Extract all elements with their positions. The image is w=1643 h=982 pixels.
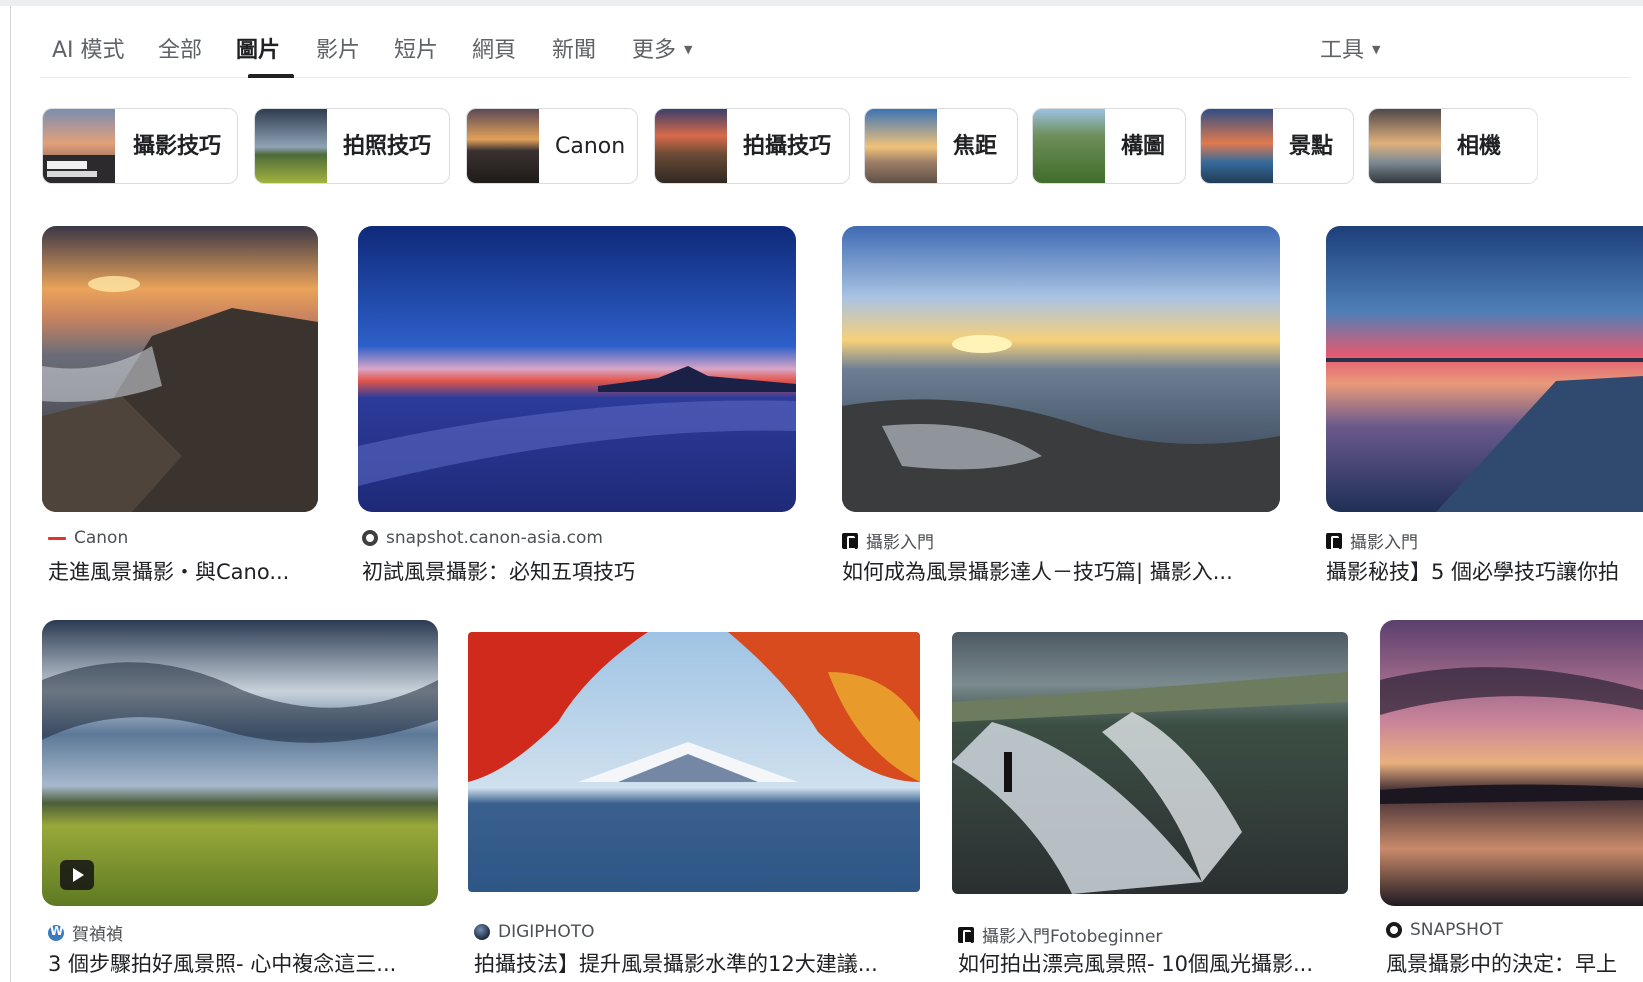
result-title[interactable]: 走進風景攝影・與Cano... (48, 556, 318, 586)
active-tab-indicator (248, 74, 294, 78)
tools-button[interactable]: 工具 ▼ (1320, 32, 1380, 64)
tab-news[interactable]: 新聞 (552, 32, 596, 64)
window-left-edge (10, 6, 11, 982)
result-title[interactable]: 拍攝技法】提升風景攝影水準的12大建議... (474, 948, 920, 978)
chip-thumbnail (865, 109, 937, 183)
chip-label: 攝影技巧 (133, 134, 222, 159)
chevron-down-icon: ▼ (1372, 42, 1381, 56)
result-source-name: 攝影入門 (1350, 533, 1418, 553)
result-source-name: DIGIPHOTO (498, 922, 595, 942)
digiphoto-favicon-icon (474, 924, 490, 940)
result-image (952, 632, 1348, 894)
chip-camera[interactable]: 相機 (1368, 108, 1538, 184)
fotobeginner-favicon-icon (1326, 532, 1342, 550)
wordpress-favicon-icon (48, 924, 64, 941)
chevron-down-icon: ▼ (684, 42, 693, 56)
tab-more[interactable]: 更多 ▼ (632, 32, 692, 64)
result-source: 賀禎禎 (48, 920, 123, 945)
tab-ai-mode[interactable]: AI 模式 (52, 32, 125, 64)
chip-photo-shooting-tips[interactable]: 拍照技巧 (254, 108, 450, 184)
result-source-name: 賀禎禎 (72, 925, 123, 945)
tools-label: 工具 (1320, 38, 1365, 63)
chip-canon[interactable]: Canon (466, 108, 638, 184)
result-source-name: Canon (74, 528, 129, 548)
result-title[interactable]: 風景攝影中的決定：早上 (1386, 948, 1630, 978)
result-image (1326, 226, 1643, 512)
result-source: Canon (48, 528, 128, 548)
image-result[interactable]: Canon 走進風景攝影・與Cano... (42, 226, 318, 586)
chip-focal-length[interactable]: 焦距 (864, 108, 1018, 184)
tab-shorts[interactable]: 短片 (394, 32, 438, 64)
chips-scroll-fade (1522, 108, 1602, 184)
result-source-name: snapshot.canon-asia.com (386, 528, 603, 548)
result-image (1380, 620, 1643, 906)
chip-photography-tips[interactable]: 攝影技巧 (42, 108, 238, 184)
result-image (42, 226, 318, 512)
result-source-name: 攝影入門Fotobeginner (982, 927, 1163, 947)
tab-images[interactable]: 圖片 (236, 32, 280, 64)
chip-thumbnail (1201, 109, 1273, 183)
tab-more-label: 更多 (632, 38, 677, 63)
result-source: 攝影入門Fotobeginner (958, 922, 1162, 947)
image-result[interactable]: 攝影入門 如何成為風景攝影達人－技巧篇| 攝影入... (842, 226, 1280, 586)
tab-web[interactable]: 網頁 (472, 32, 516, 64)
image-result[interactable]: 攝影入門Fotobeginner 如何拍出漂亮風景照- 10個風光攝影... (952, 632, 1348, 982)
chip-thumbnail (255, 109, 327, 183)
chip-composition[interactable]: 構圖 (1032, 108, 1186, 184)
search-tabs: AI 模式 全部 圖片 影片 短片 網頁 新聞 更多 ▼ 工具 ▼ (40, 14, 1630, 78)
result-source: SNAPSHOT (1386, 920, 1503, 940)
chip-thumbnail (467, 109, 539, 183)
canon-favicon-icon (48, 536, 66, 540)
image-result[interactable]: snapshot.canon-asia.com 初試風景攝影：必知五項技巧 (358, 226, 796, 586)
result-title[interactable]: 3 個步驟拍好風景照- 心中複念這三... (48, 948, 438, 978)
chip-thumbnail (1033, 109, 1105, 183)
result-source-name: 攝影入門 (866, 533, 934, 553)
chip-label: Canon (555, 134, 626, 159)
result-source: 攝影入門 (842, 528, 934, 553)
result-source: snapshot.canon-asia.com (362, 528, 603, 548)
tab-all[interactable]: 全部 (158, 32, 202, 64)
fotobeginner-favicon-icon (842, 532, 858, 550)
result-source-name: SNAPSHOT (1410, 920, 1503, 940)
related-search-chips: 攝影技巧 拍照技巧 Canon 拍攝技巧 焦距 構圖 景點 相機 (42, 108, 1602, 184)
chip-label: 構圖 (1121, 134, 1166, 159)
chip-thumbnail (43, 109, 115, 183)
chip-scenic-spots[interactable]: 景點 (1200, 108, 1354, 184)
chip-shooting-tips[interactable]: 拍攝技巧 (654, 108, 850, 184)
chip-label: 景點 (1289, 134, 1334, 159)
chip-thumbnail (655, 109, 727, 183)
result-title[interactable]: 如何成為風景攝影達人－技巧篇| 攝影入... (842, 556, 1262, 586)
result-image (358, 226, 796, 512)
image-result[interactable]: 賀禎禎 3 個步驟拍好風景照- 心中複念這三... (42, 620, 438, 982)
result-source: 攝影入門 (1326, 528, 1418, 553)
chip-thumbnail (1369, 109, 1441, 183)
result-title[interactable]: 初試風景攝影：必知五項技巧 (362, 556, 796, 586)
window-top-edge (0, 0, 1643, 6)
result-image (468, 632, 920, 892)
result-title[interactable]: 攝影秘技】5 個必學技巧讓你拍 (1326, 556, 1630, 586)
tab-videos[interactable]: 影片 (316, 32, 360, 64)
result-image (842, 226, 1280, 512)
image-result[interactable]: DIGIPHOTO 拍攝技法】提升風景攝影水準的12大建議... (468, 632, 920, 982)
globe-favicon-icon (362, 530, 378, 546)
result-title[interactable]: 如何拍出漂亮風景照- 10個風光攝影... (958, 948, 1348, 978)
chip-label: 拍照技巧 (343, 134, 432, 159)
image-result[interactable]: SNAPSHOT 風景攝影中的決定：早上 (1380, 620, 1643, 982)
play-icon (60, 860, 94, 890)
chip-label: 相機 (1457, 134, 1502, 159)
snapshot-favicon-icon (1386, 922, 1402, 938)
chip-label: 拍攝技巧 (743, 134, 832, 159)
result-image (42, 620, 438, 906)
fotobeginner-favicon-icon (958, 926, 974, 944)
result-source: DIGIPHOTO (474, 922, 594, 942)
image-result[interactable]: 攝影入門 攝影秘技】5 個必學技巧讓你拍 (1326, 226, 1643, 586)
chip-label: 焦距 (953, 134, 998, 159)
